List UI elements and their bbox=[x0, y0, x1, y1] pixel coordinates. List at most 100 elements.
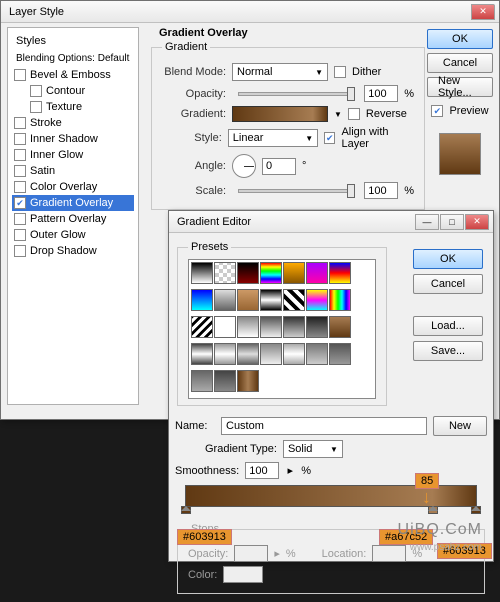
preset-swatch[interactable] bbox=[214, 262, 236, 284]
color-stop[interactable] bbox=[181, 506, 191, 518]
gradient-swatch[interactable] bbox=[232, 106, 328, 122]
preset-swatch[interactable] bbox=[214, 316, 236, 338]
preset-swatch[interactable] bbox=[260, 289, 282, 311]
preset-swatch[interactable] bbox=[237, 289, 259, 311]
stop-location-label: Location: bbox=[322, 548, 367, 560]
checkbox-icon[interactable] bbox=[14, 165, 26, 177]
new-style-button[interactable]: New Style... bbox=[427, 77, 493, 97]
scale-input[interactable]: 100 bbox=[364, 182, 398, 199]
name-input[interactable]: Custom bbox=[221, 417, 427, 435]
style-item[interactable]: Drop Shadow bbox=[12, 243, 134, 259]
blending-options-default[interactable]: Blending Options: Default bbox=[12, 50, 134, 67]
preset-swatch[interactable] bbox=[306, 262, 328, 284]
style-item[interactable]: Texture bbox=[12, 99, 134, 115]
ok-button[interactable]: OK bbox=[427, 29, 493, 49]
opacity-input[interactable]: 100 bbox=[364, 85, 398, 102]
checkbox-icon[interactable] bbox=[30, 85, 42, 97]
preset-swatch[interactable] bbox=[329, 343, 351, 365]
reverse-checkbox[interactable] bbox=[348, 108, 360, 120]
preset-swatch[interactable] bbox=[329, 289, 351, 311]
style-item[interactable]: Outer Glow bbox=[12, 227, 134, 243]
chevron-down-icon[interactable]: ▼ bbox=[334, 110, 342, 119]
preset-swatch[interactable] bbox=[237, 316, 259, 338]
angle-dial[interactable] bbox=[232, 154, 256, 178]
blend-mode-dropdown[interactable]: Normal▼ bbox=[232, 63, 328, 81]
color-stop[interactable] bbox=[471, 506, 481, 518]
style-item-label: Gradient Overlay bbox=[30, 197, 113, 209]
checkbox-icon[interactable] bbox=[14, 133, 26, 145]
preset-swatch[interactable] bbox=[283, 343, 305, 365]
preset-swatch[interactable] bbox=[329, 262, 351, 284]
checkbox-icon[interactable] bbox=[14, 69, 26, 81]
preset-swatch[interactable] bbox=[260, 262, 282, 284]
dither-checkbox[interactable] bbox=[334, 66, 346, 78]
style-item[interactable]: Pattern Overlay bbox=[12, 211, 134, 227]
preset-swatch[interactable] bbox=[191, 262, 213, 284]
gradient-editor-titlebar[interactable]: Gradient Editor — □ ✕ bbox=[169, 211, 493, 233]
preset-swatch[interactable] bbox=[283, 262, 305, 284]
preset-swatch[interactable] bbox=[237, 262, 259, 284]
stop-color-label: Color: bbox=[188, 569, 217, 581]
checkbox-icon[interactable] bbox=[14, 149, 26, 161]
opacity-slider[interactable] bbox=[238, 92, 352, 96]
style-item[interactable]: Contour bbox=[12, 83, 134, 99]
angle-input[interactable]: 0 bbox=[262, 158, 296, 175]
style-item[interactable]: Inner Shadow bbox=[12, 131, 134, 147]
checkbox-icon[interactable] bbox=[14, 245, 26, 257]
style-item[interactable]: Color Overlay bbox=[12, 179, 134, 195]
layer-style-titlebar[interactable]: Layer Style ✕ bbox=[1, 1, 499, 23]
style-item[interactable]: Bevel & Emboss bbox=[12, 67, 134, 83]
style-item[interactable]: Inner Glow bbox=[12, 147, 134, 163]
styles-header[interactable]: Styles bbox=[12, 32, 134, 50]
preset-swatch[interactable] bbox=[191, 316, 213, 338]
preset-swatch[interactable] bbox=[306, 343, 328, 365]
scale-slider[interactable] bbox=[238, 189, 352, 193]
preset-swatch[interactable] bbox=[283, 289, 305, 311]
checkbox-icon[interactable] bbox=[14, 229, 26, 241]
preset-swatch[interactable] bbox=[306, 289, 328, 311]
preset-swatch[interactable] bbox=[214, 289, 236, 311]
chevron-right-icon[interactable]: ▸ bbox=[285, 464, 295, 477]
checkbox-icon[interactable]: ✔ bbox=[14, 197, 26, 209]
checkbox-icon[interactable] bbox=[14, 181, 26, 193]
preset-swatch[interactable] bbox=[329, 316, 351, 338]
load-button[interactable]: Load... bbox=[413, 316, 483, 336]
align-checkbox[interactable]: ✔ bbox=[324, 132, 335, 144]
preset-swatch[interactable] bbox=[191, 343, 213, 365]
style-item[interactable]: ✔ Gradient Overlay bbox=[12, 195, 134, 211]
save-button[interactable]: Save... bbox=[413, 341, 483, 361]
checkbox-icon[interactable] bbox=[30, 101, 42, 113]
close-icon[interactable]: ✕ bbox=[471, 4, 495, 20]
preset-swatch[interactable] bbox=[283, 316, 305, 338]
align-label: Align with Layer bbox=[341, 126, 414, 150]
checkbox-icon[interactable] bbox=[14, 117, 26, 129]
checkbox-icon[interactable] bbox=[14, 213, 26, 225]
preset-swatch[interactable] bbox=[237, 343, 259, 365]
new-button[interactable]: New bbox=[433, 416, 487, 436]
style-item[interactable]: Stroke bbox=[12, 115, 134, 131]
preset-swatch[interactable] bbox=[191, 289, 213, 311]
maximize-icon[interactable]: □ bbox=[440, 214, 464, 230]
preview-label: Preview bbox=[449, 105, 488, 117]
smoothness-input[interactable]: 100 bbox=[245, 462, 279, 479]
ge-cancel-button[interactable]: Cancel bbox=[413, 274, 483, 294]
close-icon[interactable]: ✕ bbox=[465, 214, 489, 230]
ge-ok-button[interactable]: OK bbox=[413, 249, 483, 269]
presets-grid[interactable] bbox=[188, 259, 376, 399]
preset-swatch[interactable] bbox=[191, 370, 213, 392]
reverse-label: Reverse bbox=[366, 108, 407, 120]
cancel-button[interactable]: Cancel bbox=[427, 53, 493, 73]
watermark: UiBQ.CoM bbox=[398, 521, 482, 539]
preset-swatch[interactable] bbox=[214, 370, 236, 392]
preview-checkbox[interactable]: ✔ bbox=[431, 105, 443, 117]
preset-swatch[interactable] bbox=[260, 343, 282, 365]
preset-swatch[interactable] bbox=[306, 316, 328, 338]
style-item-label: Inner Shadow bbox=[30, 133, 98, 145]
preset-swatch[interactable] bbox=[214, 343, 236, 365]
style-item[interactable]: Satin bbox=[12, 163, 134, 179]
minimize-icon[interactable]: — bbox=[415, 214, 439, 230]
preset-swatch[interactable] bbox=[237, 370, 259, 392]
preset-swatch[interactable] bbox=[260, 316, 282, 338]
gradient-type-dropdown[interactable]: Solid▼ bbox=[283, 440, 343, 458]
style-dropdown[interactable]: Linear▼ bbox=[228, 129, 318, 147]
